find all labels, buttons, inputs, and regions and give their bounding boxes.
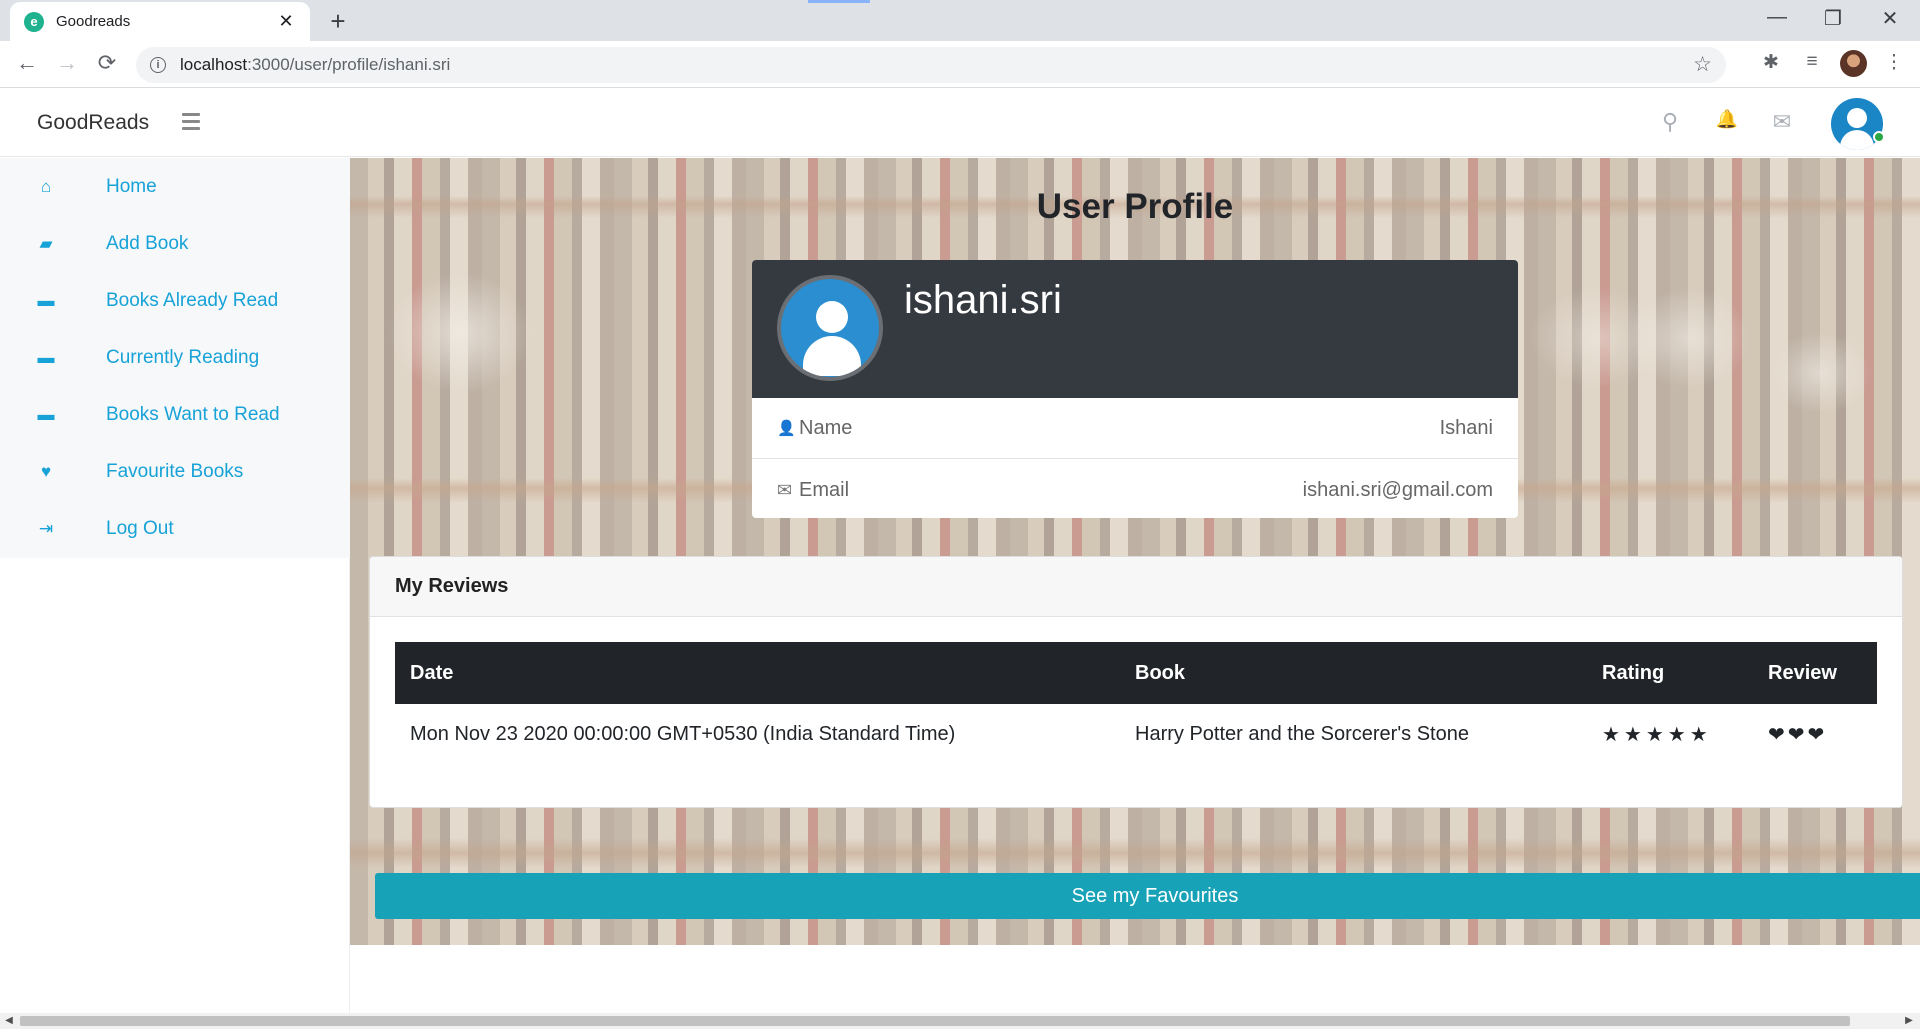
email-label: Email [799, 479, 850, 501]
browser-tab[interactable]: e Goodreads ✕ [10, 2, 310, 41]
tab-strip-marker [808, 0, 870, 3]
browser-profile-avatar[interactable] [1840, 50, 1867, 77]
profile-username: ishani.sri [904, 278, 1062, 322]
sidebar-item-label: Currently Reading [106, 346, 260, 368]
sidebar-item-label: Log Out [106, 517, 174, 539]
name-label: Name [799, 416, 853, 439]
home-icon: ⌂ [40, 176, 52, 196]
table-row: Mon Nov 23 2020 00:00:00 GMT+0530 (India… [395, 704, 1877, 764]
column-header-date: Date [395, 642, 1120, 704]
extensions-icon[interactable]: ✱ [1757, 51, 1785, 74]
profile-email-row: ✉ Email ishani.sri@gmail.com [752, 460, 1518, 518]
email-value: ishani.sri@gmail.com [1302, 479, 1493, 501]
tab-close-icon[interactable]: ✕ [276, 11, 296, 32]
review-date: Mon Nov 23 2020 00:00:00 GMT+0530 (India… [410, 722, 956, 745]
profile-card-header: ishani.sri [752, 260, 1518, 398]
column-header-review: Review [1753, 642, 1877, 704]
new-tab-button[interactable]: + [324, 6, 352, 37]
scrollbar-thumb[interactable] [20, 1016, 1850, 1026]
url-host: localhost [180, 55, 248, 74]
review-hearts: ❤❤❤ [1768, 723, 1828, 746]
briefcase-icon: ▬ [37, 290, 55, 310]
hamburger-menu-icon[interactable] [178, 107, 204, 135]
table-header-row: Date Book Rating Review [395, 642, 1877, 704]
reviews-title: My Reviews [370, 557, 1902, 617]
sidebar-item-currently-reading[interactable]: ▬ Currently Reading [0, 329, 350, 386]
bell-icon[interactable]: 🔔 [1712, 109, 1742, 130]
column-header-book: Book [1120, 642, 1587, 704]
sidebar-item-books-want-to-read[interactable]: ▬ Books Want to Read [0, 386, 350, 443]
horizontal-scrollbar[interactable]: ◀ ▶ [0, 1013, 1920, 1029]
sidebar-item-log-out[interactable]: ⇥ Log Out [0, 500, 350, 557]
browser-toolbar: ← → ⟳ i localhost:3000/user/profile/isha… [0, 41, 1920, 88]
browser-menu-icon[interactable]: ⋮ [1880, 51, 1908, 74]
address-bar[interactable]: i localhost:3000/user/profile/ishani.sri… [136, 47, 1726, 83]
reviews-card: My Reviews Date Book Rating Review Mon N… [369, 556, 1903, 808]
site-info-icon[interactable]: i [150, 57, 166, 73]
profile-card: ishani.sri 👤 Name Ishani ✉ Email ishani.… [752, 260, 1518, 518]
minimize-window-icon[interactable]: — [1762, 6, 1792, 29]
sign-out-icon: ⇥ [38, 518, 54, 538]
profile-name-row: 👤 Name Ishani [752, 398, 1518, 459]
book-icon: ▰ [39, 233, 53, 253]
goodreads-favicon-icon: e [24, 11, 44, 32]
review-book: Harry Potter and the Sorcerer's Stone [1135, 722, 1469, 745]
tab-title: Goodreads [56, 13, 131, 30]
close-window-icon[interactable]: ✕ [1875, 6, 1905, 31]
envelope-icon: ✉ [777, 480, 793, 500]
column-header-rating: Rating [1587, 642, 1753, 704]
sidebar-item-favourite-books[interactable]: ♥ Favourite Books [0, 443, 350, 500]
heart-icon: ♥ [40, 461, 52, 481]
scroll-right-icon[interactable]: ▶ [1902, 1015, 1916, 1026]
url-path: :3000/user/profile/ishani.sri [247, 55, 451, 74]
reload-icon[interactable]: ⟳ [92, 50, 122, 76]
app-navbar: GoodReads ⚲ 🔔 ✉ [0, 89, 1920, 157]
rating-stars: ★★★★★ [1602, 723, 1712, 746]
reviews-table: Date Book Rating Review Mon Nov 23 2020 … [395, 642, 1877, 764]
sidebar-item-books-already-read[interactable]: ▬ Books Already Read [0, 272, 350, 329]
sidebar-empty-area [0, 558, 350, 1013]
online-status-indicator [1873, 131, 1885, 143]
briefcase-icon: ▬ [37, 404, 55, 424]
name-value: Ishani [1439, 416, 1493, 439]
sidebar-item-label: Favourite Books [106, 460, 244, 482]
sidebar: ⌂ Home ▰ Add Book ▬ Books Already Read ▬… [0, 158, 350, 558]
sidebar-item-label: Books Want to Read [106, 403, 280, 425]
user-icon: 👤 [777, 420, 796, 437]
search-icon[interactable]: ⚲ [1655, 109, 1685, 135]
browser-tab-bar: e Goodreads ✕ + — ❐ ✕ [0, 0, 1920, 41]
briefcase-icon: ▬ [37, 347, 55, 367]
see-my-favourites-button[interactable]: See my Favourites [375, 873, 1920, 919]
back-icon[interactable]: ← [12, 50, 42, 76]
sidebar-item-add-book[interactable]: ▰ Add Book [0, 215, 350, 272]
bookmark-star-icon[interactable]: ☆ [1693, 52, 1712, 77]
profile-avatar-icon [777, 275, 883, 381]
sidebar-item-label: Add Book [106, 232, 189, 254]
media-control-icon[interactable]: ≡ [1798, 51, 1826, 73]
forward-icon[interactable]: → [52, 50, 82, 76]
restore-window-icon[interactable]: ❐ [1818, 6, 1848, 31]
page-title: User Profile [1036, 187, 1234, 226]
main-content: User Profile ishani.sri 👤 Name Ishani ✉ … [350, 158, 1920, 945]
sidebar-item-label: Books Already Read [106, 289, 279, 311]
sidebar-item-label: Home [106, 175, 157, 197]
brand-logo[interactable]: GoodReads [37, 111, 149, 135]
sidebar-item-home[interactable]: ⌂ Home [0, 158, 350, 215]
envelope-icon[interactable]: ✉ [1767, 109, 1797, 135]
scroll-left-icon[interactable]: ◀ [2, 1015, 16, 1026]
